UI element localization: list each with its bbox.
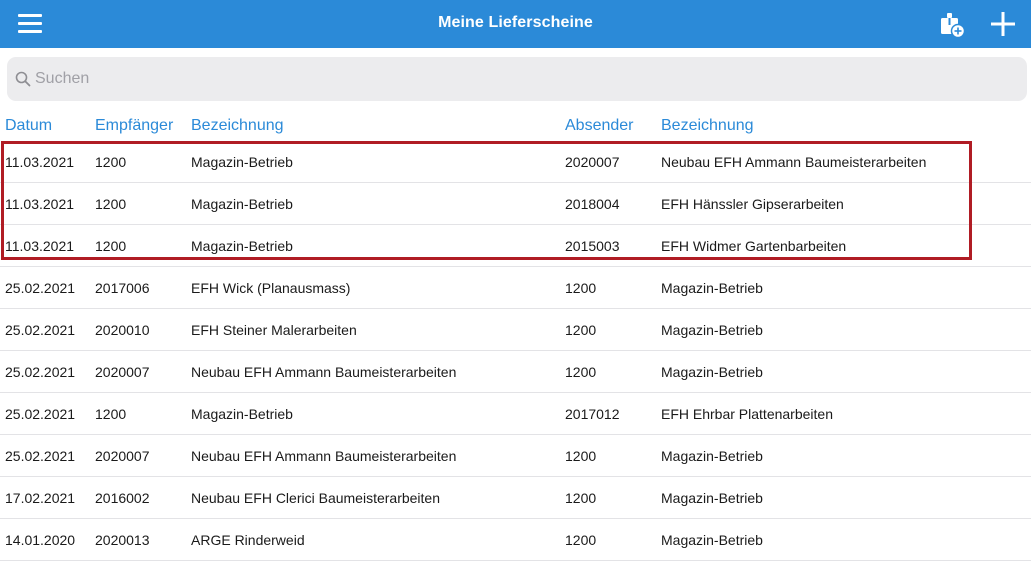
cell-bezeichnung-absender: Magazin-Betrieb	[661, 490, 763, 506]
cell-bezeichnung-absender: EFH Hänssler Gipserarbeiten	[661, 196, 844, 212]
cell-empfaenger: 2016002	[95, 490, 150, 506]
table-row[interactable]: 25.02.2021 2020010 EFH Steiner Malerarbe…	[0, 309, 1031, 351]
cell-datum: 25.02.2021	[5, 448, 76, 464]
table-row[interactable]: 25.02.2021 1200 Magazin-Betrieb 2017012 …	[0, 393, 1031, 435]
table-row[interactable]: 17.02.2021 2016002 Neubau EFH Clerici Ba…	[0, 477, 1031, 519]
cell-bezeichnung: Magazin-Betrieb	[191, 238, 293, 254]
cell-datum: 11.03.2021	[5, 154, 75, 170]
column-header-empfaenger[interactable]: Empfänger	[95, 117, 173, 135]
cell-empfaenger: 2020007	[95, 364, 150, 380]
search-input[interactable]	[35, 65, 1015, 93]
table-row[interactable]: 25.02.2021 2020007 Neubau EFH Ammann Bau…	[0, 435, 1031, 477]
table-row[interactable]: 25.02.2021 2017006 EFH Wick (Planausmass…	[0, 267, 1031, 309]
cell-empfaenger: 1200	[95, 238, 127, 254]
cell-datum: 25.02.2021	[5, 364, 76, 380]
cell-datum: 11.03.2021	[5, 238, 75, 254]
cell-absender: 1200	[565, 448, 597, 464]
cell-bezeichnung-absender: EFH Ehrbar Plattenarbeiten	[661, 406, 833, 422]
top-navigation-bar: Meine Lieferscheine	[0, 0, 1031, 48]
cell-absender: 1200	[565, 490, 597, 506]
cell-empfaenger: 2020007	[95, 448, 150, 464]
table-row[interactable]: 25.02.2021 2020007 Neubau EFH Ammann Bau…	[0, 351, 1031, 393]
cell-bezeichnung-absender: Magazin-Betrieb	[661, 280, 763, 296]
cell-absender: 2018004	[565, 196, 620, 212]
table-row[interactable]: 14.01.2020 2020013 ARGE Rinderweid 1200 …	[0, 519, 1031, 561]
cell-datum: 25.02.2021	[5, 406, 76, 422]
table-row[interactable]: 11.03.2021 1200 Magazin-Betrieb 2015003 …	[0, 225, 1031, 267]
cell-empfaenger: 1200	[95, 154, 127, 170]
cell-bezeichnung-absender: Neubau EFH Ammann Baumeisterarbeiten	[661, 154, 927, 170]
cell-bezeichnung-absender: Magazin-Betrieb	[661, 322, 763, 338]
cell-empfaenger: 2020013	[95, 532, 150, 548]
table-row[interactable]: 11.03.2021 1200 Magazin-Betrieb 2018004 …	[0, 183, 1031, 225]
cell-bezeichnung-absender: Magazin-Betrieb	[661, 364, 763, 380]
table-row[interactable]: 11.03.2021 1200 Magazin-Betrieb 2020007 …	[0, 141, 1031, 183]
cell-bezeichnung: EFH Steiner Malerarbeiten	[191, 322, 357, 338]
cell-datum: 17.02.2021	[5, 490, 76, 506]
delivery-notes-list: 11.03.2021 1200 Magazin-Betrieb 2020007 …	[0, 141, 1031, 561]
cell-bezeichnung: Neubau EFH Ammann Baumeisterarbeiten	[191, 448, 457, 464]
package-add-icon[interactable]	[938, 10, 966, 39]
cell-datum: 25.02.2021	[5, 280, 76, 296]
cell-absender: 1200	[565, 532, 597, 548]
cell-bezeichnung: Magazin-Betrieb	[191, 196, 293, 212]
column-header-datum[interactable]: Datum	[5, 117, 52, 135]
cell-empfaenger: 1200	[95, 196, 127, 212]
cell-datum: 11.03.2021	[5, 196, 75, 212]
search-bar	[7, 57, 1027, 101]
cell-bezeichnung: Neubau EFH Ammann Baumeisterarbeiten	[191, 364, 457, 380]
cell-datum: 14.01.2020	[5, 532, 76, 548]
cell-bezeichnung: EFH Wick (Planausmass)	[191, 280, 351, 296]
cell-datum: 25.02.2021	[5, 322, 76, 338]
search-icon	[15, 71, 31, 87]
cell-empfaenger: 1200	[95, 406, 127, 422]
cell-bezeichnung: Magazin-Betrieb	[191, 154, 293, 170]
column-header-bezeichnung[interactable]: Bezeichnung	[191, 117, 284, 135]
page-title: Meine Lieferscheine	[438, 14, 593, 31]
cell-empfaenger: 2020010	[95, 322, 150, 338]
cell-absender: 2017012	[565, 406, 620, 422]
cell-absender: 2015003	[565, 238, 620, 254]
column-header-bezeichnung-absender[interactable]: Bezeichnung	[661, 117, 754, 135]
cell-bezeichnung-absender: EFH Widmer Gartenbarbeiten	[661, 238, 847, 254]
column-header-absender[interactable]: Absender	[565, 117, 634, 135]
plus-icon[interactable]	[990, 11, 1016, 37]
cell-absender: 1200	[565, 322, 597, 338]
cell-absender: 1200	[565, 364, 597, 380]
cell-bezeichnung-absender: Magazin-Betrieb	[661, 448, 763, 464]
cell-absender: 2020007	[565, 154, 620, 170]
cell-bezeichnung: Neubau EFH Clerici Baumeisterarbeiten	[191, 490, 440, 506]
cell-bezeichnung-absender: Magazin-Betrieb	[661, 532, 763, 548]
table-header: Datum Empfänger Bezeichnung Absender Bez…	[0, 114, 1031, 138]
cell-bezeichnung: Magazin-Betrieb	[191, 406, 293, 422]
cell-bezeichnung: ARGE Rinderweid	[191, 532, 305, 548]
cell-absender: 1200	[565, 280, 597, 296]
cell-empfaenger: 2017006	[95, 280, 150, 296]
